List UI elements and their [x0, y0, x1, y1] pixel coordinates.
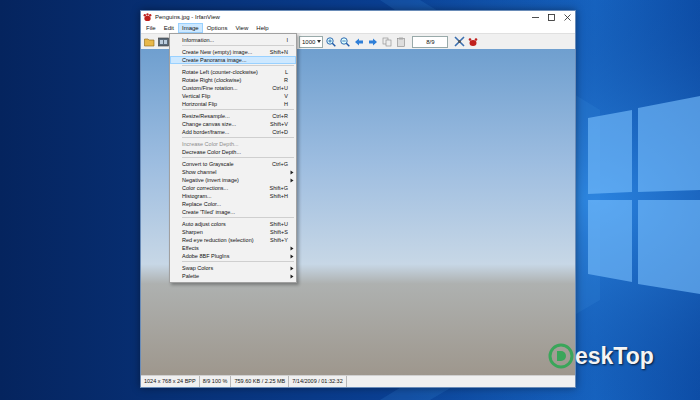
arrow-right-icon: [368, 37, 378, 47]
copy-icon: [382, 37, 392, 47]
zoom-select[interactable]: 1000: [299, 36, 323, 48]
irfanview-icon: [143, 13, 152, 22]
paste-icon: [396, 37, 406, 47]
paste-button[interactable]: [395, 36, 407, 48]
menu-item[interactable]: Histogram...Shift+H: [170, 192, 296, 200]
menu-item[interactable]: Change canvas size...Shift+V: [170, 120, 296, 128]
menu-bar-item[interactable]: Help: [252, 23, 272, 33]
close-icon: [564, 14, 571, 21]
menu-item[interactable]: Vertical FlipV: [170, 92, 296, 100]
submenu-arrow-icon: [290, 266, 294, 271]
image-menu: Information...I Create New (empty) image.…: [169, 33, 297, 283]
menu-item[interactable]: Increase Color Depth...: [170, 140, 296, 148]
menu-item[interactable]: Create 'Tiled' image...: [170, 208, 296, 216]
menu-item[interactable]: Adobe 8BF PlugIns: [170, 252, 296, 260]
zoom-in-icon: [326, 37, 336, 47]
menu-item[interactable]: Color corrections...Shift+G: [170, 184, 296, 192]
window-title: Penguins.jpg - IrfanView: [155, 14, 220, 20]
maximize-icon: [548, 14, 555, 21]
zoom-out-button[interactable]: [339, 36, 351, 48]
desktop: Penguins.jpg - IrfanView FileEditImageOpt…: [0, 0, 700, 400]
menu-item[interactable]: Replace Color...: [170, 200, 296, 208]
settings-button[interactable]: [453, 36, 465, 48]
menu-item[interactable]: Swap Colors: [170, 264, 296, 272]
menu-separator: [182, 217, 294, 218]
next-button[interactable]: [367, 36, 379, 48]
title-bar: Penguins.jpg - IrfanView: [141, 11, 575, 23]
arrow-left-icon: [354, 37, 364, 47]
about-button[interactable]: [467, 36, 479, 48]
dropdown-icon: [317, 40, 321, 43]
thumbnails-icon: [158, 37, 169, 47]
watermark-text: eskTop: [575, 342, 654, 370]
folder-icon: [144, 37, 155, 47]
minimize-icon: [532, 14, 539, 21]
menu-bar-item[interactable]: Image: [178, 23, 203, 33]
status-bar: 1024 x 768 x 24 BPP8/9 100 %759.60 KB / …: [141, 375, 575, 387]
zoom-out-icon: [340, 37, 350, 47]
status-field: 759.60 KB / 2.25 MB: [231, 376, 289, 387]
menu-item[interactable]: Show channel: [170, 168, 296, 176]
menu-separator: [182, 157, 294, 158]
menu-item[interactable]: Negative (invert image): [170, 176, 296, 184]
menu-separator: [182, 65, 294, 66]
thumbnails-button[interactable]: [157, 36, 169, 48]
menu-bar-item[interactable]: Edit: [160, 23, 178, 33]
maximize-button[interactable]: [543, 11, 559, 23]
menu-item[interactable]: Auto adjust colorsShift+U: [170, 220, 296, 228]
status-field: 1024 x 768 x 24 BPP: [141, 376, 200, 387]
menu-item[interactable]: SharpenShift+S: [170, 228, 296, 236]
zoom-value: 1000: [302, 38, 315, 46]
tools-icon: [454, 36, 465, 47]
watermark: eskTop: [548, 342, 654, 370]
close-button[interactable]: [559, 11, 575, 23]
menu-item[interactable]: Palette: [170, 272, 296, 280]
menu-bar-item[interactable]: Options: [203, 23, 232, 33]
menu-item[interactable]: Effects: [170, 244, 296, 252]
menu-separator: [182, 261, 294, 262]
menu-bar-item[interactable]: File: [142, 23, 160, 33]
menu-item[interactable]: Information...I: [170, 36, 296, 44]
copy-button[interactable]: [381, 36, 393, 48]
zoom-in-button[interactable]: [325, 36, 337, 48]
menu-item[interactable]: Create Panorama image...: [170, 56, 296, 64]
menu-bar-item[interactable]: View: [231, 23, 252, 33]
submenu-arrow-icon: [290, 274, 294, 279]
irfanview-paw-icon: [468, 37, 478, 47]
menu-item[interactable]: Rotate Right (clockwise)R: [170, 76, 296, 84]
menu-item[interactable]: Add border/frame...Ctrl+D: [170, 128, 296, 136]
status-field: 8/9 100 %: [200, 376, 232, 387]
open-button[interactable]: [143, 36, 155, 48]
menu-item[interactable]: Horizontal FlipH: [170, 100, 296, 108]
page-field[interactable]: 8/9: [412, 36, 448, 48]
menu-separator: [182, 137, 294, 138]
menu-item[interactable]: Create New (empty) image...Shift+N: [170, 48, 296, 56]
status-field: 7/14/2009 / 01:32:32: [289, 376, 346, 387]
submenu-arrow-icon: [290, 170, 294, 175]
menu-item[interactable]: Rotate Left (counter-clockwise)L: [170, 68, 296, 76]
menu-separator: [182, 45, 294, 46]
menu-item[interactable]: Custom/Fine rotation...Ctrl+U: [170, 84, 296, 92]
desktop-logo-icon: [548, 343, 574, 369]
menu-item[interactable]: Resize/Resample...Ctrl+R: [170, 112, 296, 120]
menu-item[interactable]: Convert to GrayscaleCtrl+G: [170, 160, 296, 168]
previous-button[interactable]: [353, 36, 365, 48]
menu-separator: [182, 109, 294, 110]
submenu-arrow-icon: [290, 178, 294, 183]
menu-item[interactable]: Red eye reduction (selection)Shift+Y: [170, 236, 296, 244]
submenu-arrow-icon: [290, 254, 294, 259]
menu-item[interactable]: Decrease Color Depth...: [170, 148, 296, 156]
irfanview-window: Penguins.jpg - IrfanView FileEditImageOpt…: [140, 10, 576, 388]
submenu-arrow-icon: [290, 246, 294, 251]
minimize-button[interactable]: [527, 11, 543, 23]
